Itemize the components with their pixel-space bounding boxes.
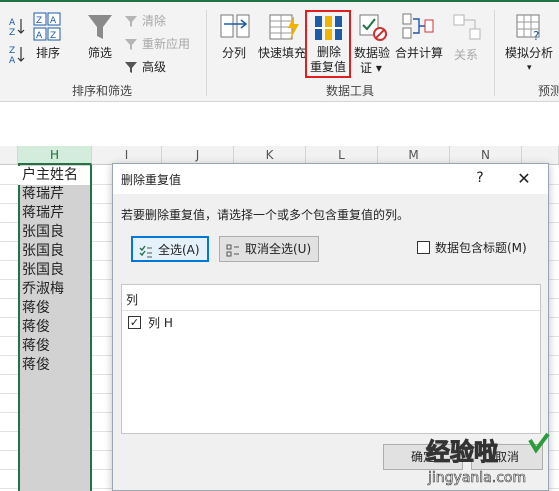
consolidate-button-label[interactable]: 合并计算 <box>395 46 443 61</box>
filter-icon[interactable] <box>86 12 114 42</box>
unselect-all-label: 取消全选(U) <box>245 242 312 256</box>
columns-list-header: 列 <box>126 293 139 307</box>
svg-text:A: A <box>9 18 16 28</box>
cell-h-header[interactable]: 户主姓名 <box>18 166 90 185</box>
row-header-corner[interactable] <box>0 146 18 165</box>
data-validation-label-1[interactable]: 数据验 <box>354 46 390 61</box>
sort-descending-icon[interactable]: ZA <box>8 44 26 66</box>
ribbon: AZ ZA ZAAZ 排序 筛选 清除 重新应用 高级 排序和筛选 分列 快速填… <box>0 0 559 101</box>
group-data-tools-label: 数据工具 <box>326 84 375 98</box>
clear-label: 清除 <box>142 14 167 28</box>
sort-button-label[interactable]: 排序 <box>36 46 60 61</box>
sort-icon[interactable]: ZAAZ <box>33 12 63 42</box>
dialog-instruction: 若要删除重复值，请选择一个或多个包含重复值的列。 <box>121 208 410 222</box>
cell-h[interactable]: 蒋俊 <box>22 299 50 318</box>
group-separator <box>206 10 207 96</box>
split-button-label[interactable]: 分列 <box>222 46 246 61</box>
cell-h[interactable]: 张国良 <box>22 242 64 261</box>
column-header-h[interactable]: H <box>18 146 92 165</box>
columns-list[interactable]: 列 ✓ 列 H <box>121 284 541 434</box>
advanced-label[interactable]: 高级 <box>142 58 166 75</box>
my-data-has-headers-checkbox[interactable] <box>417 241 430 254</box>
cell-h[interactable]: 乔淑梅 <box>22 280 64 299</box>
select-all-button[interactable]: 全选(A) <box>131 236 209 262</box>
reapply-label: 重新应用 <box>142 37 191 51</box>
dialog-title: 删除重复值 <box>121 173 182 187</box>
what-if-dropdown-icon[interactable]: ▾ <box>527 61 532 76</box>
svg-text:经验啦: 经验啦 <box>426 438 498 466</box>
cell-h[interactable]: 张国良 <box>22 223 64 242</box>
cell-h[interactable]: 张国良 <box>22 261 64 280</box>
cell-h[interactable]: 蒋瑞芹 <box>22 204 64 223</box>
dialog-title-bar[interactable]: 删除重复值 ? ✕ <box>113 164 548 194</box>
unselect-all-icon <box>226 242 240 257</box>
column-h-label[interactable]: 列 H <box>148 314 173 331</box>
cell-h[interactable]: 蒋瑞芹 <box>22 185 64 204</box>
group-separator <box>494 10 495 96</box>
cell-h[interactable]: 蒋俊 <box>22 337 50 356</box>
relationships-label: 关系 <box>454 48 479 62</box>
watermark-logo: 经验啦 jingyanla.com <box>420 432 556 490</box>
select-all-icon <box>139 243 153 258</box>
formula-bar-area <box>0 102 559 146</box>
svg-text:A: A <box>9 56 16 64</box>
help-button[interactable]: ? <box>471 169 489 187</box>
advanced-filter-icon[interactable] <box>124 59 138 73</box>
cell-h[interactable]: 蒋俊 <box>22 318 50 337</box>
clear-filter-icon <box>124 13 138 27</box>
consolidate-icon[interactable] <box>401 12 435 42</box>
text-to-columns-icon[interactable] <box>219 12 251 42</box>
filter-button-label[interactable]: 筛选 <box>88 46 112 61</box>
svg-text:A: A <box>36 31 43 41</box>
close-button[interactable]: ✕ <box>513 168 535 190</box>
my-data-has-headers-label[interactable]: 数据包含标题(M) <box>435 239 527 256</box>
remove-duplicates-button[interactable]: 删除 重复值 <box>305 10 351 78</box>
unselect-all-button[interactable]: 取消全选(U) <box>219 236 319 262</box>
svg-text:Z: Z <box>9 46 15 56</box>
svg-text:A: A <box>50 16 57 26</box>
remove-duplicates-icon <box>313 14 345 42</box>
svg-text:?: ? <box>533 29 539 42</box>
svg-text:Z: Z <box>9 28 15 36</box>
sort-ascending-icon[interactable]: AZ <box>8 16 26 38</box>
select-all-label: 全选(A) <box>158 243 200 257</box>
data-validation-label-2[interactable]: 证 ▾ <box>360 61 382 76</box>
group-sort-filter-label: 排序和筛选 <box>72 84 133 98</box>
flash-fill-icon[interactable] <box>268 12 300 42</box>
group-forecast-label: 预测 <box>538 84 559 98</box>
remove-duplicates-label-2: 重复值 <box>310 60 347 74</box>
svg-text:jingyanla.com: jingyanla.com <box>427 470 526 486</box>
what-if-analysis-icon[interactable]: ? <box>514 12 544 43</box>
reapply-icon <box>124 36 138 50</box>
svg-text:Z: Z <box>36 16 42 26</box>
cell-h[interactable]: 蒋俊 <box>22 356 50 375</box>
list-divider <box>122 310 540 311</box>
what-if-analysis-label[interactable]: 模拟分析 <box>505 46 553 61</box>
data-validation-icon[interactable] <box>358 12 388 42</box>
remove-duplicates-label-1: 删除 <box>317 45 342 59</box>
svg-text:Z: Z <box>50 31 56 41</box>
relationships-icon <box>452 12 482 42</box>
column-h-checkbox[interactable]: ✓ <box>128 316 141 329</box>
flash-fill-button-label[interactable]: 快速填充 <box>258 46 306 61</box>
